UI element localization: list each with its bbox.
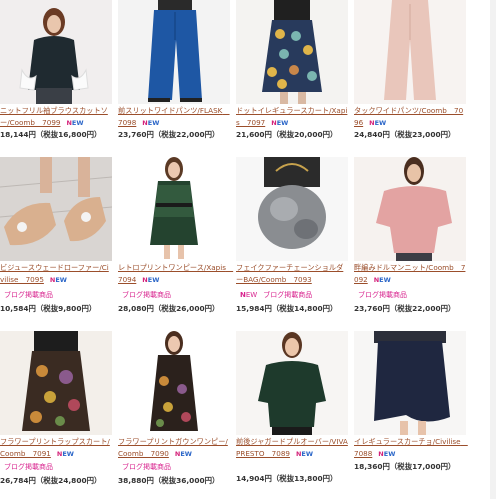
product-image[interactable]: [0, 331, 112, 435]
product-image[interactable]: [236, 331, 348, 435]
blog-featured-tag: ブログ掲載商品: [122, 463, 171, 471]
new-badge: NEW: [56, 450, 74, 458]
product-image[interactable]: [0, 0, 112, 104]
blog-featured-tag: ブログ掲載商品: [4, 463, 53, 471]
product-price: 18,360円（税抜17,000円）: [354, 462, 456, 471]
navy-skirt-photo: [354, 331, 466, 435]
blog-featured-tag: ブログ掲載商品: [358, 291, 407, 299]
suede-loafer-photo: [0, 157, 112, 261]
new-badge: NEW: [66, 119, 84, 127]
product-price: 18,144円（税抜16,800円）: [0, 130, 102, 139]
product-price: 26,784円（税抜24,800円）: [0, 476, 102, 485]
new-badge: NEW: [49, 276, 67, 284]
blue-wide-pants-photo: [118, 0, 230, 104]
new-badge: NEW: [295, 450, 314, 458]
product-image[interactable]: [354, 157, 466, 261]
product-price: 23,760円（税抜22,000円）: [354, 304, 456, 313]
flower-gown-dress-photo: [118, 331, 230, 435]
product-name-link[interactable]: ニットフリル袖ブラウスカットソー/Coomb 7099 NEW: [0, 105, 112, 129]
blog-featured-tag: ブログ掲載商品: [122, 291, 171, 299]
product-price: 14,904円（税抜13,800円）: [236, 474, 338, 483]
model-knit-blouse-photo: [0, 0, 112, 104]
new-badge: NEW: [373, 276, 391, 284]
pink-dolman-knit-photo: [354, 157, 466, 261]
product-image[interactable]: [354, 331, 466, 435]
dot-skirt-photo: [236, 0, 348, 104]
new-badge: NEW: [174, 450, 192, 458]
product-price: 15,984円（税抜14,800円）: [236, 304, 338, 313]
product-name-link[interactable]: 前スリットワイドパンツ/FLASK 7098 NEW: [118, 105, 230, 129]
product-image[interactable]: [354, 0, 466, 104]
scrollbar[interactable]: [490, 0, 496, 499]
flower-wrap-skirt-photo: [0, 331, 112, 435]
product-name-link[interactable]: 畔編みドルマンニット/Coomb 7092 NEW: [354, 262, 466, 286]
product-grid: ニットフリル袖ブラウスカットソー/Coomb 7099 NEW 18,144円（税…: [0, 0, 496, 499]
new-badge: NEW: [271, 119, 289, 127]
product-price: 24,840円（税抜23,000円）: [354, 130, 456, 139]
product-image[interactable]: [236, 157, 348, 261]
retro-print-dress-photo: [118, 157, 230, 261]
product-price: 10,584円（税抜9,800円）: [0, 304, 97, 313]
new-badge: NEW: [369, 119, 387, 127]
product-image[interactable]: [118, 157, 230, 261]
product-image[interactable]: [118, 0, 230, 104]
product-name-link[interactable]: ビジュースウェードローファー/Civilise 7095 NEW: [0, 262, 112, 286]
new-badge: NEW: [142, 119, 160, 127]
product-name-link[interactable]: 前後ジャガードプルオーバー/VIVA PRESTO 7089 NEW: [236, 436, 348, 460]
beige-wide-pants-photo: [354, 0, 466, 104]
jacquard-pullover-photo: [236, 331, 348, 435]
fur-bag-photo: [236, 157, 348, 261]
new-badge: NEW: [240, 291, 258, 299]
product-name-link[interactable]: レトロプリントワンピース/Xapis 7094 NEW: [118, 262, 233, 286]
product-name-link[interactable]: ドットイレギュラースカート/Xapis 7097 NEW: [236, 105, 348, 129]
product-name-link[interactable]: フラワープリントガウンワンピー/Coomb 7090 NEW: [118, 436, 230, 460]
new-badge: NEW: [142, 276, 160, 284]
product-price: 38,880円（税抜36,000円）: [118, 476, 220, 485]
product-name-link[interactable]: フラワープリントラップスカート/Coomb 7091 NEW: [0, 436, 112, 460]
product-name-link[interactable]: イレギュラースカーチョ/Civilise 7088 NEW: [354, 436, 468, 460]
new-badge: NEW: [378, 450, 396, 458]
product-name-link[interactable]: フェイクファーチェーンショルダーBAG/Coomb 7093: [236, 262, 348, 286]
product-image[interactable]: [236, 0, 348, 104]
product-image[interactable]: [118, 331, 230, 435]
blog-featured-tag: ブログ掲載商品: [4, 291, 53, 299]
product-price: 23,760円（税抜22,000円）: [118, 130, 220, 139]
product-name-link[interactable]: タックワイドパンツ/Coomb 7096 NEW: [354, 105, 466, 129]
product-image[interactable]: [0, 157, 112, 261]
product-price: 28,080円（税抜26,000円）: [118, 304, 220, 313]
blog-featured-tag: NEW ブログ掲載商品: [240, 291, 313, 299]
product-price: 21,600円（税抜20,000円）: [236, 130, 338, 139]
